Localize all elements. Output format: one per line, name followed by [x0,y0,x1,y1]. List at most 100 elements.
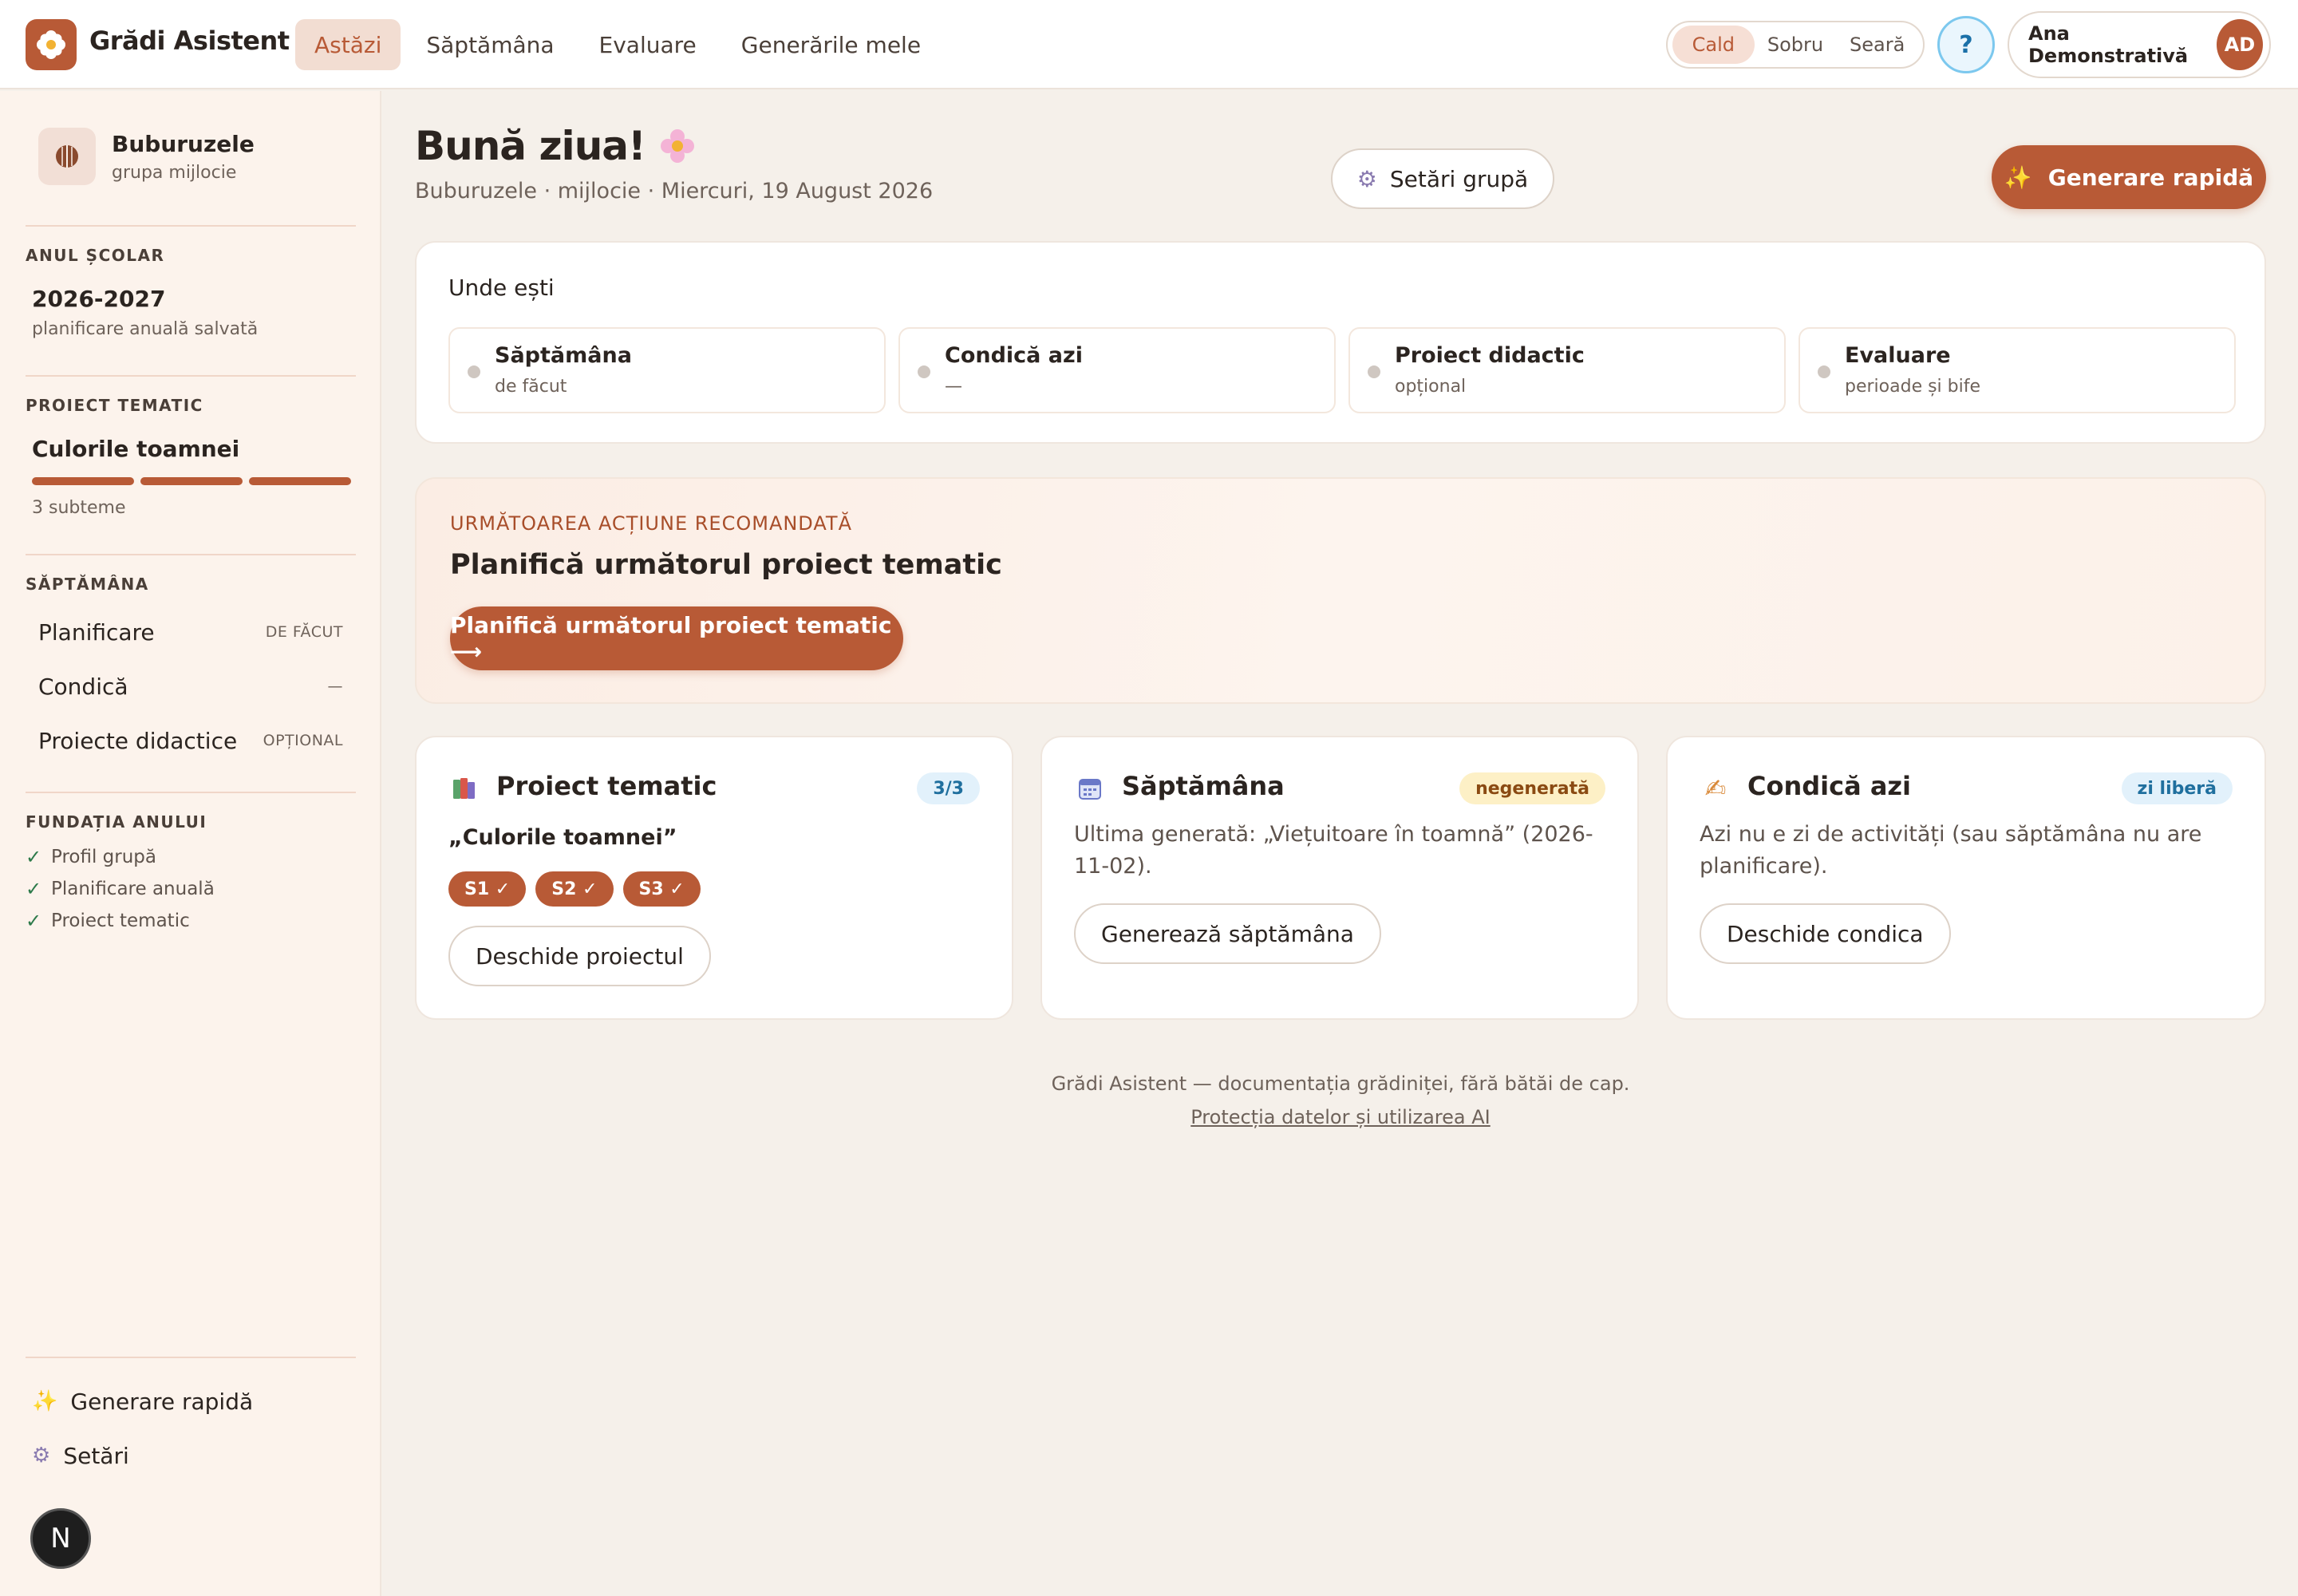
calendar-icon [1074,772,1106,804]
nav-item-evaluare[interactable]: Evaluare [580,19,716,70]
sidebar-item-proiecte-didactice[interactable]: Proiecte didactice OPȚIONAL [26,717,356,764]
sparkles-icon: ✨ [32,1389,58,1413]
today-log-text: Azi nu e zi de activități (sau săptămâna… [1700,822,2202,879]
status-badge: zi liberă [2121,772,2233,804]
progress-segment [249,477,351,485]
sidebar-item-status: DE FĂCUT [265,623,343,641]
sidebar-item-label: Proiecte didactice [38,727,238,754]
sidebar: Buburuzele grupa mijlocie ANUL ȘCOLAR 20… [0,91,381,1596]
quick-generate-button[interactable]: ✨ Generare rapidă [1992,145,2266,209]
sidebar-settings-label: Setări [63,1442,129,1469]
footer-tagline: Grădi Asistent — documentația grădiniței… [1051,1073,1630,1095]
app-title[interactable]: Grădi Asistent [89,26,290,56]
project-name[interactable]: Culorile toamnei [32,436,239,462]
user-name: Ana Demonstrativă [2028,22,2189,67]
sidebar-item-status: — [327,678,343,695]
status-dot [1818,365,1830,378]
sidebar-quick-generate-label: Generare rapidă [70,1388,254,1415]
step-status: perioade și bife [1845,377,1981,397]
sidebar-quick-generate[interactable]: ✨ Generare rapidă [32,1377,351,1425]
step-title: Proiect didactic [1395,343,1585,368]
week-heading: SĂPTĂMÂNA [26,575,149,594]
theme-option-seara[interactable]: Seară [1836,26,1918,64]
recommendation-card: URMĂTOAREA ACȚIUNE RECOMANDATĂ Planifică… [415,477,2266,704]
foundation-heading: FUNDAȚIA ANULUI [26,812,207,832]
step-title: Săptămâna [495,343,632,368]
school-year-value[interactable]: 2026-2027 [32,286,165,312]
gear-icon: ⚙ [32,1444,51,1468]
divider [26,792,356,793]
step-evaluare[interactable]: Evaluare perioade și bife [1799,327,2236,413]
status-badge: negenerată [1459,772,1605,804]
project-progress [32,477,351,485]
check-icon: ✓ [26,910,42,932]
theme-option-cald[interactable]: Cald [1672,26,1755,64]
card-title: Săptămâna [1122,771,1285,801]
main-nav: Astăzi Săptămâna Evaluare Generările mel… [295,19,940,70]
flower-icon [37,30,65,59]
flower-emoji-icon [660,129,694,163]
project-heading: PROIECT TEMATIC [26,396,203,415]
group-settings-label: Setări grupă [1389,165,1529,192]
sidebar-item-status: OPȚIONAL [263,732,343,749]
plan-next-project-button[interactable]: Planifică următorul proiect tematic ⟶ [450,606,903,670]
step-title: Condică azi [945,343,1083,368]
nav-item-saptamana[interactable]: Săptămâna [407,19,573,70]
week-card: Săptămâna negenerată Ultima generată: „V… [1040,736,1639,1020]
sidebar-item-label: Condică [38,673,128,700]
generate-week-button[interactable]: Generează săptămâna [1074,903,1381,964]
recommendation-title: Planifică următorul proiect tematic [450,549,1002,581]
school-year-heading: ANUL ȘCOLAR [26,246,165,265]
group-level: grupa mijlocie [112,163,237,183]
step-proiect-didactic[interactable]: Proiect didactic opțional [1348,327,1786,413]
status-dot [468,365,480,378]
subtheme-chip[interactable]: S2 ✓ [535,871,614,907]
divider [26,225,356,227]
open-project-button[interactable]: Deschide proiectul [448,926,711,986]
where-are-you-card: Unde ești Săptămâna de făcut Condică azi… [415,241,2266,444]
progress-badge: 3/3 [917,772,980,804]
check-icon: ✓ [26,878,42,900]
project-subthemes: 3 subteme [32,498,126,518]
step-saptamana[interactable]: Săptămâna de făcut [448,327,886,413]
divider [26,375,356,377]
sidebar-item-planificare[interactable]: Planificare DE FĂCUT [26,608,356,656]
group-name: Buburuzele [112,131,255,157]
user-menu[interactable]: Ana Demonstrativă AD [2008,11,2271,78]
subtheme-chip[interactable]: S1 ✓ [448,871,527,907]
sidebar-item-condica[interactable]: Condică — [26,662,356,710]
last-generated-text: Ultima generată: „Viețuitoare în toamnă”… [1074,822,1593,879]
status-dot [918,365,930,378]
divider [26,1357,356,1358]
card-title: Condică azi [1747,771,1912,801]
sidebar-settings[interactable]: ⚙ Setări [32,1432,351,1479]
page-title: Bună ziua! [415,123,695,169]
sparkles-icon: ✨ [2004,164,2032,191]
foundation-item[interactable]: ✓ Profil grupă [26,846,156,868]
nav-item-generarile-mele[interactable]: Generările mele [722,19,940,70]
open-log-button[interactable]: Deschide condica [1700,903,1951,964]
writing-hand-icon: ✍ [1704,773,1727,804]
top-bar: Grădi Asistent Astăzi Săptămâna Evaluare… [0,0,2298,89]
greeting-text: Bună ziua! [415,123,646,169]
theme-option-sobru[interactable]: Sobru [1755,26,1837,64]
books-icon [448,772,480,804]
app-logo[interactable] [26,19,77,70]
project-card: Proiect tematic 3/3 „Culorile toamnei” S… [415,736,1013,1020]
foundation-item[interactable]: ✓ Proiect tematic [26,910,190,932]
step-condica-azi[interactable]: Condică azi — [898,327,1336,413]
foundation-item[interactable]: ✓ Planificare anuală [26,878,215,900]
ladybug-icon [38,128,96,185]
gear-icon: ⚙ [1356,165,1377,192]
dev-tools-badge[interactable]: N [30,1508,91,1569]
privacy-link[interactable]: Protecția datelor și utilizarea AI [415,1106,2266,1128]
nav-item-astazi[interactable]: Astăzi [295,19,401,70]
divider [26,554,356,555]
group-settings-button[interactable]: ⚙ Setări grupă [1331,148,1554,209]
avatar: AD [2216,19,2263,70]
subtheme-chip[interactable]: S3 ✓ [622,871,701,907]
help-button[interactable]: ? [1937,16,1995,73]
status-dot [1368,365,1380,378]
step-status: opțional [1395,377,1467,397]
quick-generate-label: Generare rapidă [2047,164,2254,191]
